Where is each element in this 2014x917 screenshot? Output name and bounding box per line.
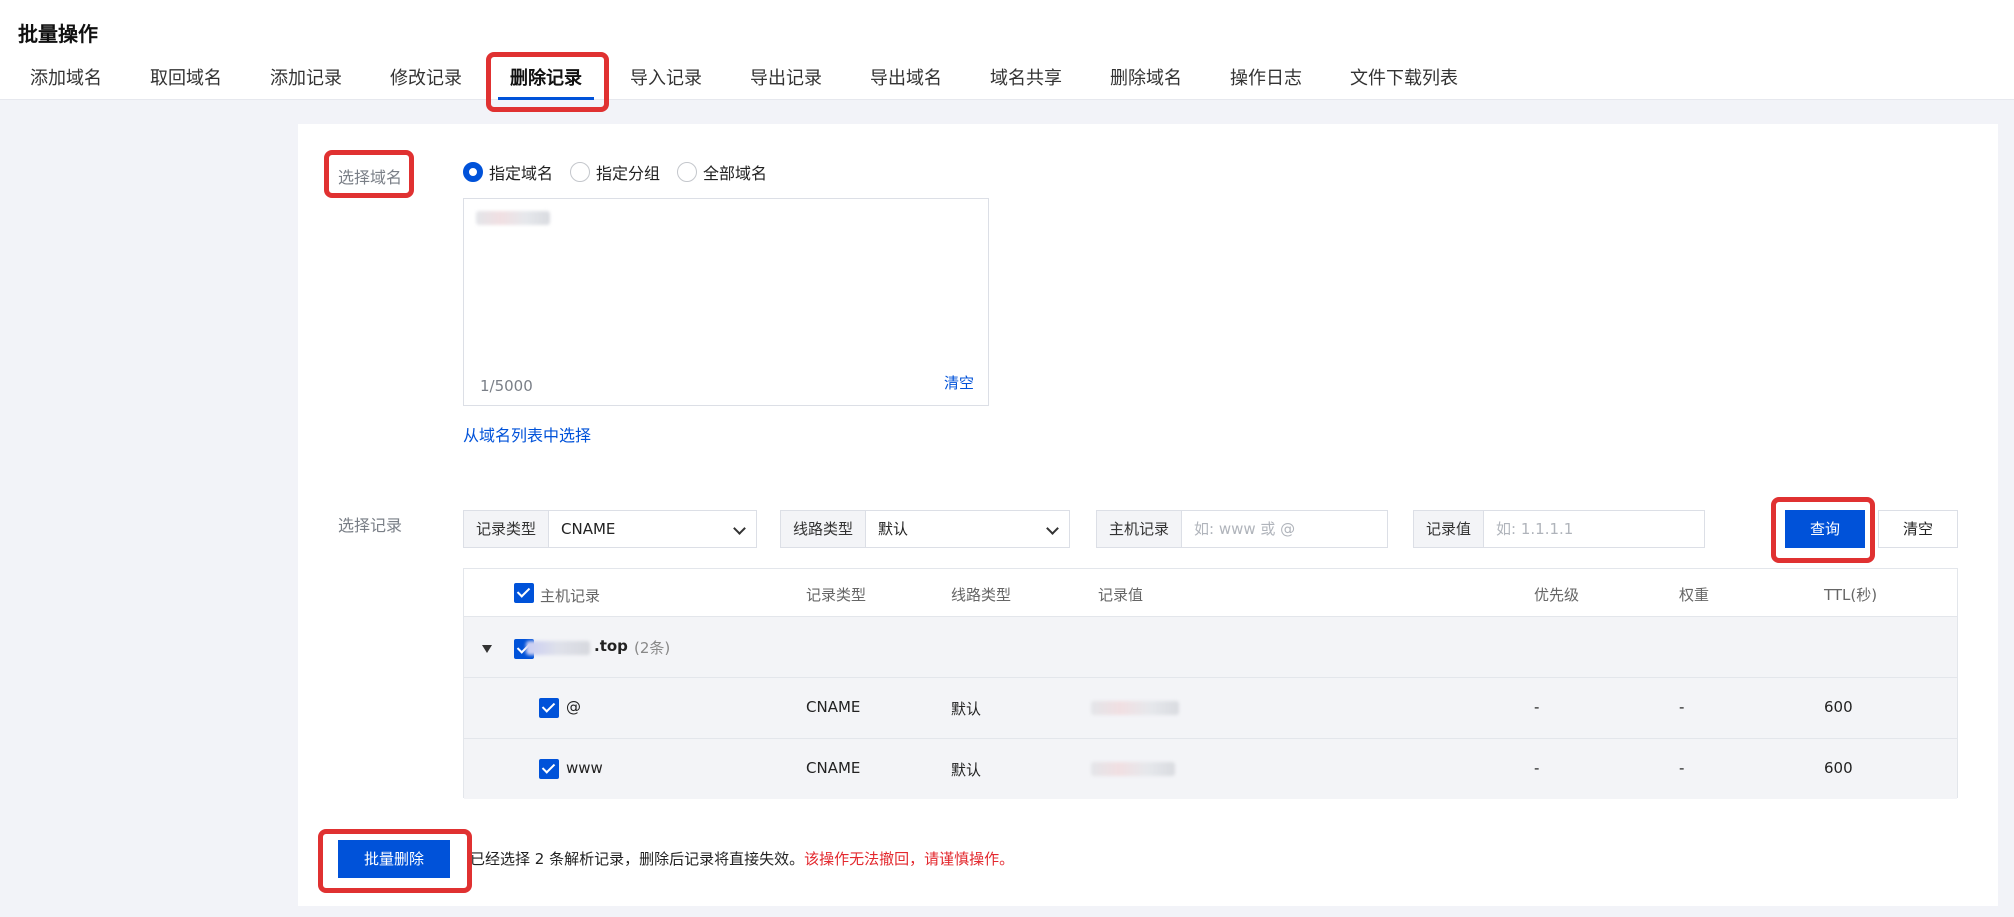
tab-add-domain[interactable]: 添加域名 bbox=[30, 64, 102, 100]
clear-textarea-link[interactable]: 清空 bbox=[944, 372, 974, 393]
record-value-input[interactable] bbox=[1496, 512, 1692, 546]
line-type-select[interactable]: 线路类型 默认 bbox=[780, 510, 1070, 548]
tab-delete-domain[interactable]: 删除域名 bbox=[1110, 64, 1182, 100]
blurred-domain-text bbox=[476, 211, 550, 225]
top-bar: 批量操作 添加域名 取回域名 添加记录 修改记录 删除记录 导入记录 导出记录 … bbox=[0, 0, 2014, 100]
column-header-type: 记录类型 bbox=[806, 586, 867, 604]
column-header-ttl: TTL(秒) bbox=[1824, 586, 1878, 604]
batch-delete-button[interactable]: 批量删除 bbox=[338, 840, 450, 878]
radio-unchecked-icon bbox=[570, 162, 590, 182]
row-checkbox[interactable] bbox=[539, 698, 559, 718]
tab-export-domain[interactable]: 导出域名 bbox=[870, 64, 942, 100]
cell-ttl: 600 bbox=[1824, 759, 1853, 777]
column-header-priority: 优先级 bbox=[1534, 586, 1580, 604]
cell-weight: - bbox=[1679, 759, 1685, 777]
record-type-label: 记录类型 bbox=[464, 511, 550, 547]
tab-operation-log[interactable]: 操作日志 bbox=[1230, 64, 1302, 100]
record-type-select[interactable]: 记录类型 CNAME bbox=[463, 510, 757, 548]
tab-delete-record[interactable]: 删除记录 bbox=[498, 64, 594, 100]
line-type-value: 默认 bbox=[878, 520, 909, 538]
table-row: www CNAME 默认 - - 600 bbox=[464, 738, 1957, 799]
select-all-checkbox[interactable] bbox=[514, 583, 534, 603]
domain-textarea[interactable]: 1/5000 清空 bbox=[463, 198, 989, 406]
blurred-record-value bbox=[1091, 762, 1175, 776]
host-record-filter: 主机记录 bbox=[1096, 510, 1388, 548]
cell-host: @ bbox=[566, 698, 581, 716]
page-title: 批量操作 bbox=[18, 22, 98, 46]
tab-add-record[interactable]: 添加记录 bbox=[270, 64, 342, 100]
tab-export-record[interactable]: 导出记录 bbox=[750, 64, 822, 100]
host-record-label: 主机记录 bbox=[1097, 511, 1183, 547]
clear-filter-button[interactable]: 清空 bbox=[1878, 510, 1958, 548]
host-record-input[interactable] bbox=[1194, 512, 1375, 546]
radio-all-domains[interactable]: 全部域名 bbox=[677, 160, 767, 184]
query-button[interactable]: 查询 bbox=[1785, 510, 1865, 548]
tab-download-list[interactable]: 文件下载列表 bbox=[1350, 64, 1458, 100]
notice-text: 已经选择 2 条解析记录，删除后记录将直接失效。 bbox=[470, 850, 805, 868]
row-checkbox[interactable] bbox=[539, 759, 559, 779]
select-domain-label: 选择域名 bbox=[338, 168, 403, 187]
column-header-value: 记录值 bbox=[1098, 586, 1144, 604]
chevron-down-icon bbox=[733, 522, 746, 535]
char-counter: 1/5000 bbox=[480, 377, 533, 395]
domain-group-row[interactable]: .top (2条) bbox=[464, 616, 1957, 677]
blurred-domain-name bbox=[526, 641, 590, 655]
records-table: 主机记录 记录类型 线路类型 记录值 优先级 权重 TTL(秒) .top (2… bbox=[463, 568, 1958, 799]
cell-type: CNAME bbox=[806, 759, 861, 777]
tab-retrieve-domain[interactable]: 取回域名 bbox=[150, 64, 222, 100]
record-type-value: CNAME bbox=[561, 520, 616, 538]
radio-specified-group[interactable]: 指定分组 bbox=[570, 160, 660, 184]
table-row: @ CNAME 默认 - - 600 bbox=[464, 677, 1957, 738]
cell-weight: - bbox=[1679, 698, 1685, 716]
tab-import-record[interactable]: 导入记录 bbox=[630, 64, 702, 100]
group-domain-suffix: .top bbox=[594, 637, 628, 655]
chevron-down-icon bbox=[1046, 522, 1059, 535]
tab-domain-share[interactable]: 域名共享 bbox=[990, 64, 1062, 100]
selection-notice: 已经选择 2 条解析记录，删除后记录将直接失效。该操作无法撤回，请谨慎操作。 bbox=[470, 848, 1014, 869]
cell-line: 默认 bbox=[951, 761, 982, 779]
radio-checked-icon bbox=[463, 162, 483, 182]
cell-priority: - bbox=[1534, 698, 1540, 716]
column-header-host: 主机记录 bbox=[540, 587, 601, 605]
record-value-filter: 记录值 bbox=[1413, 510, 1705, 548]
group-count: (2条) bbox=[634, 639, 671, 657]
cell-line: 默认 bbox=[951, 700, 982, 718]
cell-type: CNAME bbox=[806, 698, 861, 716]
radio-unchecked-icon bbox=[677, 162, 697, 182]
tab-modify-record[interactable]: 修改记录 bbox=[390, 64, 462, 100]
warning-text: 该操作无法撤回，请谨慎操作。 bbox=[804, 850, 1015, 868]
expand-triangle-icon[interactable] bbox=[482, 645, 492, 653]
radio-specified-domain[interactable]: 指定域名 bbox=[463, 160, 553, 184]
cell-host: www bbox=[566, 759, 603, 777]
cell-ttl: 600 bbox=[1824, 698, 1853, 716]
select-record-label: 选择记录 bbox=[338, 516, 403, 535]
column-header-weight: 权重 bbox=[1679, 586, 1710, 604]
column-header-line: 线路类型 bbox=[951, 586, 1012, 604]
pick-from-domain-list-link[interactable]: 从域名列表中选择 bbox=[463, 422, 591, 446]
record-value-label: 记录值 bbox=[1414, 511, 1485, 547]
line-type-label: 线路类型 bbox=[781, 511, 867, 547]
cell-priority: - bbox=[1534, 759, 1540, 777]
blurred-record-value bbox=[1091, 701, 1179, 715]
